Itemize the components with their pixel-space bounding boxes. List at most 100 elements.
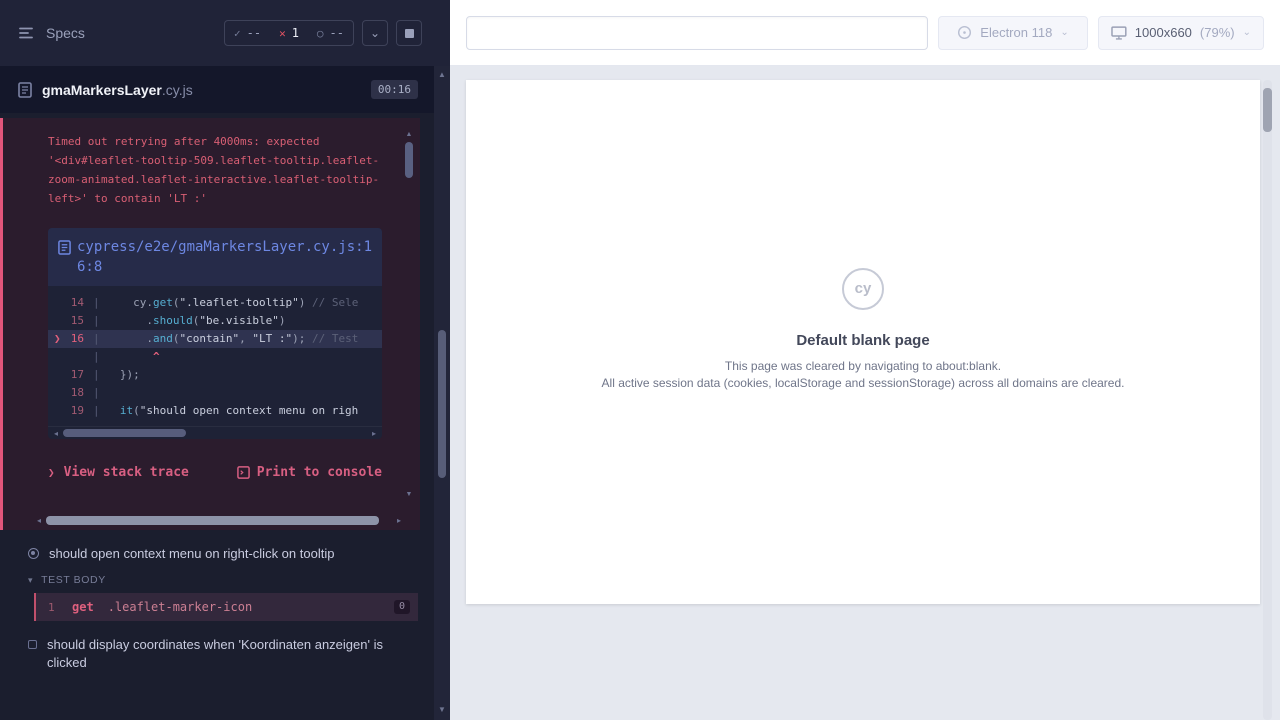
collapse-tests-button[interactable]: ⌄ [362, 20, 388, 46]
scrollbar-thumb[interactable] [405, 142, 413, 178]
file-icon [58, 240, 71, 255]
scrollbar-thumb[interactable] [1263, 88, 1272, 132]
browser-name: Electron 118 [980, 25, 1052, 40]
scrollbar-thumb[interactable] [438, 330, 446, 478]
cypress-runner-app: Specs ✓ -- ✕ 1 ○ -- ⌄ [0, 0, 1280, 720]
url-toolbar: Electron 118 ⌄ 1000x660 (79%) ⌄ [450, 0, 1280, 66]
reporter-body: Timed out retrying after 4000ms: expecte… [0, 113, 434, 720]
command-log-entry[interactable]: 1 get .leaflet-marker-icon 0 [34, 593, 418, 621]
cypress-logo-text: cy [855, 280, 872, 297]
code-frame-file-link[interactable]: cypress/e2e/gmaMarkersLayer.cy.js:16:8 [48, 228, 382, 286]
code-frame-file-path: cypress/e2e/gmaMarkersLayer.cy.js:16:8 [77, 237, 374, 277]
test-title: should display coordinates when 'Koordin… [47, 636, 403, 672]
reporter-scrollbar[interactable]: ▲ ▼ [434, 0, 450, 720]
print-to-console-label: Print to console [257, 465, 382, 480]
scroll-right-icon[interactable]: ▸ [369, 429, 379, 438]
scrollbar-thumb[interactable] [63, 429, 186, 437]
view-stack-trace-button[interactable]: ❯ View stack trace [48, 465, 189, 480]
print-to-console-button[interactable]: Print to console [237, 465, 382, 480]
scroll-left-icon[interactable]: ◂ [34, 516, 44, 525]
scroll-left-icon[interactable]: ◂ [51, 429, 61, 438]
test-body-label: TEST BODY [41, 574, 106, 586]
code-line: 18| [48, 384, 382, 402]
viewport-scale: (79%) [1200, 25, 1235, 40]
test-running-icon [28, 548, 39, 559]
scroll-down-icon[interactable]: ▼ [434, 705, 450, 714]
error-code-frame: cypress/e2e/gmaMarkersLayer.cy.js:16:8 1… [48, 228, 382, 439]
error-vertical-scrollbar[interactable]: ▲ ▼ [404, 130, 414, 500]
passed-count: -- [247, 26, 261, 40]
blank-page-content: cy Default blank page This page was clea… [602, 268, 1125, 393]
error-message: Timed out retrying after 4000ms: expecte… [48, 132, 384, 208]
aut-iframe: cy Default blank page This page was clea… [466, 80, 1260, 604]
spec-duration-badge: 00:16 [371, 80, 418, 99]
cypress-logo: cy [842, 268, 884, 310]
scroll-up-icon[interactable]: ▲ [434, 70, 450, 79]
caret-down-icon: ▾ [28, 575, 33, 586]
specs-list-icon[interactable] [18, 26, 34, 40]
viewport-size: 1000x660 [1135, 25, 1192, 40]
test-queued-icon [28, 640, 37, 649]
scroll-down-icon[interactable]: ▼ [406, 490, 413, 500]
code-line: 17| }); [48, 366, 382, 384]
viewport-icon [1111, 26, 1127, 40]
spec-name-ext: .cy.js [162, 82, 193, 98]
browser-selector[interactable]: Electron 118 ⌄ [938, 16, 1088, 50]
test-item-context-menu[interactable]: should open context menu on right-click … [28, 545, 418, 563]
scrollbar-track[interactable] [44, 516, 394, 525]
code-line: 15| .should("be.visible") [48, 312, 382, 330]
pending-count: -- [330, 26, 344, 40]
stat-failed: ✕ 1 [270, 26, 308, 40]
blank-page-subline-1: This page was cleared by navigating to a… [602, 359, 1125, 373]
code-line: 19| it("should open context menu on righ [48, 402, 382, 420]
test-title: should open context menu on right-click … [49, 545, 334, 563]
code-line: 14| cy.get(".leaflet-tooltip") // Sele [48, 294, 382, 312]
scrollbar-track[interactable] [61, 429, 369, 437]
spec-file-icon [18, 82, 32, 98]
reporter-header: Specs ✓ -- ✕ 1 ○ -- ⌄ [0, 0, 434, 66]
fail-x-icon: ✕ [279, 27, 286, 40]
check-icon: ✓ [234, 27, 241, 40]
test-item-coordinates[interactable]: should display coordinates when 'Koordin… [28, 636, 418, 672]
chevron-down-icon: ⌄ [370, 26, 380, 40]
spec-name-base: gmaMarkersLayer [42, 82, 162, 98]
chevron-right-icon: ❯ [48, 466, 55, 479]
stop-icon [405, 29, 414, 38]
code-frame-horizontal-scrollbar[interactable]: ◂ ▸ [48, 426, 382, 439]
chevron-down-icon: ⌄ [1243, 27, 1251, 38]
failed-count: 1 [292, 26, 299, 40]
code-lines: 14| cy.get(".leaflet-tooltip") // Sele15… [48, 286, 382, 426]
blank-page-title: Default blank page [602, 332, 1125, 349]
specs-title: Specs [46, 25, 85, 41]
spec-name: gmaMarkersLayer.cy.js [42, 82, 193, 98]
error-actions: ❯ View stack trace Print to console [48, 465, 382, 480]
aut-stage: cy Default blank page This page was clea… [450, 66, 1280, 720]
stop-tests-button[interactable] [396, 20, 422, 46]
test-error-region: Timed out retrying after 4000ms: expecte… [0, 118, 420, 530]
reporter-sidebar: Specs ✓ -- ✕ 1 ○ -- ⌄ [0, 0, 434, 720]
aut-scrollbar[interactable] [1263, 80, 1272, 720]
viewport-selector[interactable]: 1000x660 (79%) ⌄ [1098, 16, 1264, 50]
spec-header[interactable]: gmaMarkersLayer.cy.js 00:16 [0, 66, 434, 113]
console-icon [237, 466, 250, 479]
command-count-badge: 0 [394, 600, 410, 614]
command-message: .leaflet-marker-icon [108, 600, 253, 614]
pending-circle-icon: ○ [317, 27, 324, 40]
chevron-down-icon: ⌄ [1060, 27, 1068, 38]
code-line: | ^ [48, 348, 382, 366]
command-method: get [72, 600, 94, 614]
runner-main: Electron 118 ⌄ 1000x660 (79%) ⌄ cy D [450, 0, 1280, 720]
command-number: 1 [48, 601, 72, 614]
scrollbar-thumb[interactable] [46, 516, 379, 525]
scroll-up-icon[interactable]: ▲ [406, 130, 413, 140]
electron-browser-icon [957, 25, 972, 40]
test-body-toggle[interactable]: ▾ TEST BODY [28, 574, 418, 586]
url-input[interactable] [466, 16, 928, 50]
error-horizontal-scrollbar[interactable]: ◂ ▸ [34, 514, 404, 527]
blank-page-subline-2: All active session data (cookies, localS… [602, 376, 1125, 390]
code-line: ❯16| .and("contain", "LT :"); // Test [48, 330, 382, 348]
stat-pending: ○ -- [308, 26, 353, 40]
view-stack-trace-label: View stack trace [64, 465, 189, 480]
test-stats: ✓ -- ✕ 1 ○ -- [224, 20, 354, 46]
scroll-right-icon[interactable]: ▸ [394, 516, 404, 525]
